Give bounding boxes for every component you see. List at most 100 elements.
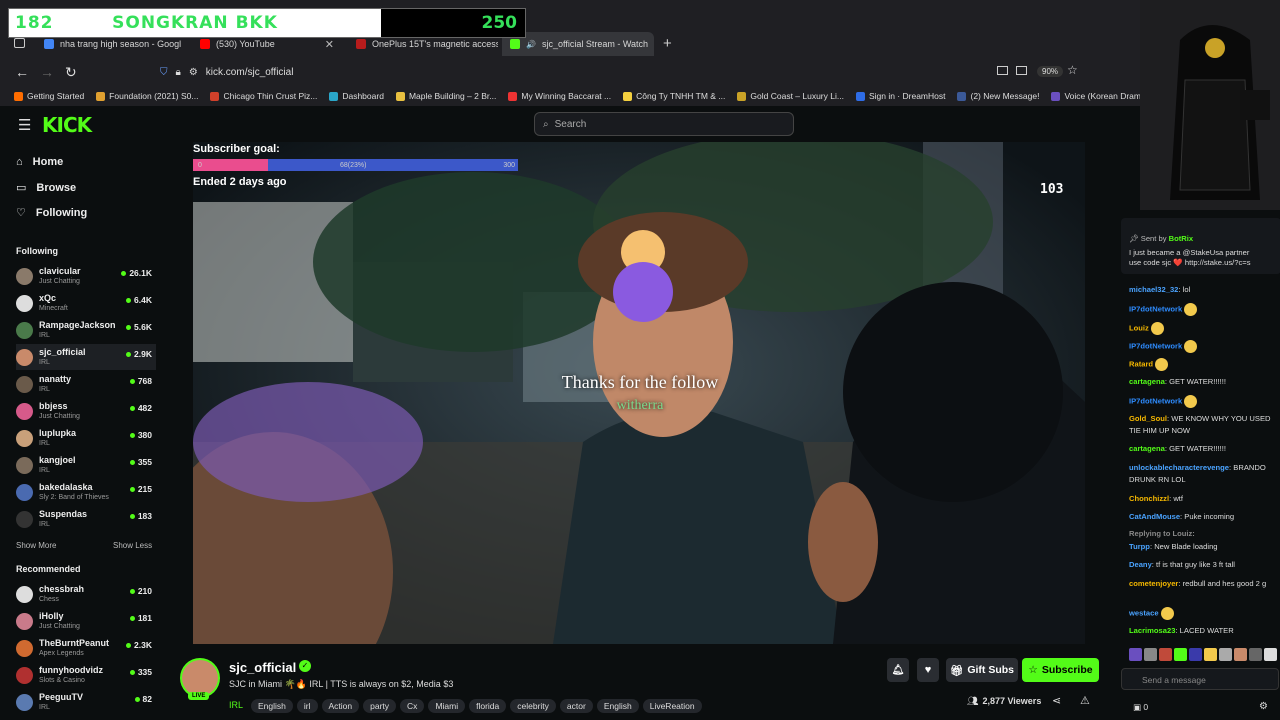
sidebar-channel-suspendas[interactable]: Suspendas IRL 183 [16, 506, 156, 532]
emote-icon[interactable] [1264, 648, 1277, 661]
show-more-button[interactable]: Show More [16, 541, 56, 550]
chat-input[interactable]: Send a message [1121, 668, 1279, 690]
chat-username[interactable]: CatAndMouse [1129, 512, 1180, 521]
menu-icon[interactable]: ☰ [18, 116, 31, 134]
bookmark-item[interactable]: Chicago Thin Crust Piz... [210, 91, 317, 101]
emote-icon[interactable] [1219, 648, 1232, 661]
close-icon[interactable]: ✕ [325, 38, 334, 51]
sidebar-channel-rampagejackson[interactable]: RampageJackson IRL 5.6K [16, 317, 156, 343]
tab-menu-icon[interactable] [14, 38, 25, 48]
bookmark-item[interactable]: Công Ty TNHH TM & ... [623, 91, 725, 101]
emote-icon[interactable] [1204, 648, 1217, 661]
share-icon[interactable]: ⋖ [1052, 694, 1061, 707]
reload-icon[interactable]: ↻ [65, 64, 77, 81]
bookmark-item[interactable]: Gold Coast – Luxury Li... [737, 91, 844, 101]
emote-icon[interactable] [1174, 648, 1187, 661]
sidebar-channel-bbjess[interactable]: bbjess Just Chatting 482 [16, 398, 156, 424]
chat-username[interactable]: michael32_32 [1129, 285, 1178, 294]
channel-points[interactable]: ▣ 0 [1133, 702, 1148, 713]
sidebar-channel-luplupka[interactable]: luplupka IRL 380 [16, 425, 156, 451]
kick-logo[interactable]: KICK [42, 113, 92, 137]
nav-following[interactable]: ♡ Following [16, 206, 87, 220]
chat-username[interactable]: Gold_Soul [1129, 414, 1167, 423]
favorite-heart-icon[interactable]: ♥ [917, 658, 939, 682]
emote-icon[interactable] [1234, 648, 1247, 661]
bookmark-item[interactable]: Voice (Korean Drama) ... [1051, 91, 1140, 101]
emote-icon[interactable] [1144, 648, 1157, 661]
sidebar-channel-nanatty[interactable]: nanatty IRL 768 [16, 371, 156, 397]
sidebar-channel-funnyhoodvidz[interactable]: funnyhoodvidz Slots & Casino 335 [16, 662, 156, 688]
bookmark-item[interactable]: My Winning Baccarat ... [508, 91, 611, 101]
chat-username[interactable]: westace [1129, 609, 1159, 618]
tag-pill[interactable]: celebrity [510, 699, 556, 713]
emote-icon[interactable] [1189, 648, 1202, 661]
bookmark-item[interactable]: Maple Building – 2 Br... [395, 91, 496, 101]
nav-browse[interactable]: ▭ Browse [16, 181, 76, 195]
tag-pill[interactable]: irl [296, 699, 318, 713]
chat-username[interactable]: Ratard [1129, 360, 1153, 369]
chat-username[interactable]: Turpp [1129, 542, 1150, 551]
bookmark-item[interactable]: Dashboard [329, 91, 384, 101]
reader-icon[interactable] [1016, 66, 1027, 75]
emote-icon[interactable] [1129, 648, 1142, 661]
tag-pill[interactable]: LiveReation [642, 699, 702, 713]
zoom-level[interactable]: 90% [1037, 66, 1064, 77]
chat-username[interactable]: IP7dotNetwork [1129, 342, 1182, 351]
sidebar-channel-iholly[interactable]: iHolly Just Chatting 181 [16, 608, 156, 634]
nav-home[interactable]: ⌂ Home [16, 156, 63, 168]
show-less-button[interactable]: Show Less [113, 541, 152, 550]
notification-bell-icon[interactable]: 🔔︎ [887, 658, 909, 682]
viewer-count: 768 [130, 376, 152, 386]
emote-icon[interactable] [1249, 648, 1262, 661]
sidebar-channel-chessbrah[interactable]: chessbrah Chess 210 [16, 581, 156, 607]
bookmark-item[interactable]: Sign in · DreamHost [855, 91, 945, 101]
chat-username[interactable]: cartagena [1129, 377, 1165, 386]
chat-username[interactable]: Deany [1129, 560, 1152, 569]
sidebar-channel-clavicular[interactable]: clavicular Just Chatting 26.1K [16, 263, 156, 289]
address-bar[interactable]: ⛉ 🔒︎ ⚙︎ kick.com/sjc_official [160, 62, 1090, 82]
report-icon[interactable]: ⚠ [1080, 694, 1090, 707]
sidebar-channel-sjc_official[interactable]: sjc_official IRL 2.9K [16, 344, 156, 370]
tag-pill[interactable]: party [363, 699, 397, 713]
category-link[interactable]: IRL [229, 700, 243, 710]
chat-text: GET WATER!!!!!! [1169, 444, 1226, 453]
chat-username[interactable]: unlockablecharacterevenge [1129, 463, 1229, 472]
bookmark-item[interactable]: Getting Started [14, 91, 84, 101]
star-icon[interactable]: ☆ [1067, 63, 1078, 77]
sidebar-channel-xqc[interactable]: xQc Minecraft 6.4K [16, 290, 156, 316]
chat-username[interactable]: Chonchizzl [1129, 494, 1169, 503]
sidebar-channel-kangjoel[interactable]: kangjoel IRL 355 [16, 452, 156, 478]
sidebar-channel-theburntpeanut[interactable]: TheBurntPeanut Apex Legends 2.3K [16, 635, 156, 661]
audio-icon[interactable]: 🔊 [526, 40, 536, 49]
chat-username[interactable]: IP7dotNetwork [1129, 397, 1182, 406]
gift-subs-button[interactable]: 🎁︎ Gift Subs [946, 658, 1018, 682]
subscribe-button[interactable]: ☆ Subscribe [1022, 658, 1099, 682]
video-player[interactable] [193, 142, 1085, 644]
chat-username[interactable]: IP7dotNetwork [1129, 305, 1182, 314]
bookmark-item[interactable]: Foundation (2021) S0... [96, 91, 198, 101]
chat-username[interactable]: Louiz [1129, 324, 1149, 333]
bookmark-item[interactable]: (2) New Message! [957, 91, 1039, 101]
tag-pill[interactable]: English [596, 699, 639, 713]
screenshot-icon[interactable] [997, 66, 1008, 75]
tag-pill[interactable]: English [251, 699, 293, 713]
tag-pill[interactable]: Cx [400, 699, 425, 713]
chat-username[interactable]: Lacrimosa23 [1129, 626, 1175, 635]
chat-username[interactable]: Replying to Louiz: [1129, 529, 1195, 538]
tag-pill[interactable]: Action [321, 699, 360, 713]
chat-username[interactable]: cometenjoyer [1129, 579, 1178, 588]
chat-message: Chonchizzl: wtf [1129, 494, 1184, 503]
channel-name[interactable]: sjc_official [229, 660, 296, 675]
back-icon[interactable]: ← [15, 64, 29, 80]
tag-pill[interactable]: florida [469, 699, 507, 713]
new-tab-icon[interactable]: + [663, 35, 672, 52]
chat-settings-icon[interactable]: ⚙ [1259, 701, 1268, 712]
sidebar-channel-peeguutv[interactable]: PeeguuTV IRL 82 [16, 689, 156, 715]
emote-icon[interactable] [1159, 648, 1172, 661]
chat-username[interactable]: cartagena [1129, 444, 1165, 453]
tag-pill[interactable]: Miami [428, 699, 466, 713]
tag-pill[interactable]: actor [559, 699, 593, 713]
forward-icon[interactable]: → [40, 64, 54, 80]
search-input[interactable]: ⌕ Search [534, 112, 794, 136]
sidebar-channel-bakedalaska[interactable]: bakedalaska Sly 2: Band of Thieves 215 [16, 479, 156, 505]
